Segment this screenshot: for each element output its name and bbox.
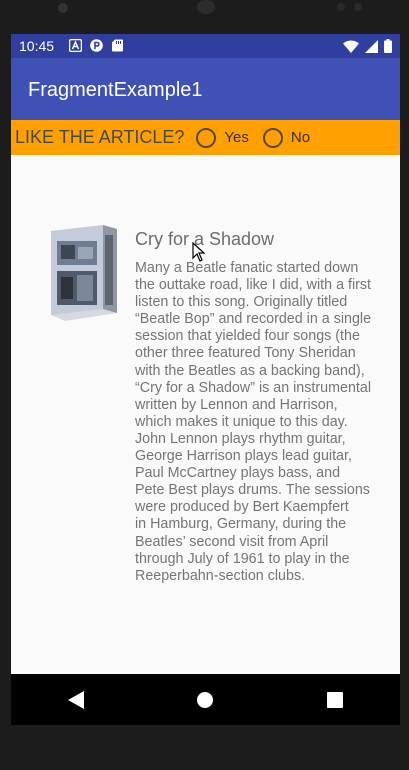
recents-button[interactable] (311, 680, 359, 720)
front-camera (58, 3, 68, 13)
album-cover-image (51, 225, 117, 321)
earpiece-speaker (197, 0, 215, 14)
recents-icon (327, 691, 344, 708)
light-sensor (354, 3, 362, 11)
a-notification-icon (69, 39, 82, 52)
article-body: Many a Beatle fanatic started down the o… (135, 260, 372, 584)
signal-icon (365, 39, 378, 53)
sd-card-icon (112, 39, 123, 52)
rating-question: LIKE THE ARTICLE? (15, 127, 185, 147)
phone-screen: 10:45 FragmentExample1 LIKE THE ARTICLE?… (11, 34, 400, 725)
proximity-sensor (337, 3, 345, 11)
status-time: 10:45 (19, 38, 55, 54)
radio-yes[interactable]: Yes (196, 127, 249, 148)
radio-yes-label: Yes (224, 129, 249, 146)
app-title: FragmentExample1 (28, 79, 203, 101)
status-bar: 10:45 (11, 34, 400, 58)
back-button[interactable] (52, 680, 100, 720)
notification-icons (69, 39, 124, 52)
app-bar: FragmentExample1 (11, 58, 400, 120)
home-icon (197, 691, 214, 708)
radio-no-circle[interactable] (262, 127, 283, 148)
rating-bar: LIKE THE ARTICLE? Yes No (11, 120, 400, 155)
system-status-icons (343, 39, 392, 53)
back-icon (67, 690, 84, 709)
home-button[interactable] (181, 680, 229, 720)
navigation-bar (11, 674, 400, 725)
mouse-cursor-icon (192, 242, 206, 262)
battery-icon (384, 39, 392, 53)
radio-no[interactable]: No (262, 127, 311, 148)
wifi-icon (343, 39, 359, 53)
radio-no-label: No (290, 129, 311, 146)
p-notification-icon (90, 39, 103, 52)
radio-yes-circle[interactable] (196, 127, 217, 148)
